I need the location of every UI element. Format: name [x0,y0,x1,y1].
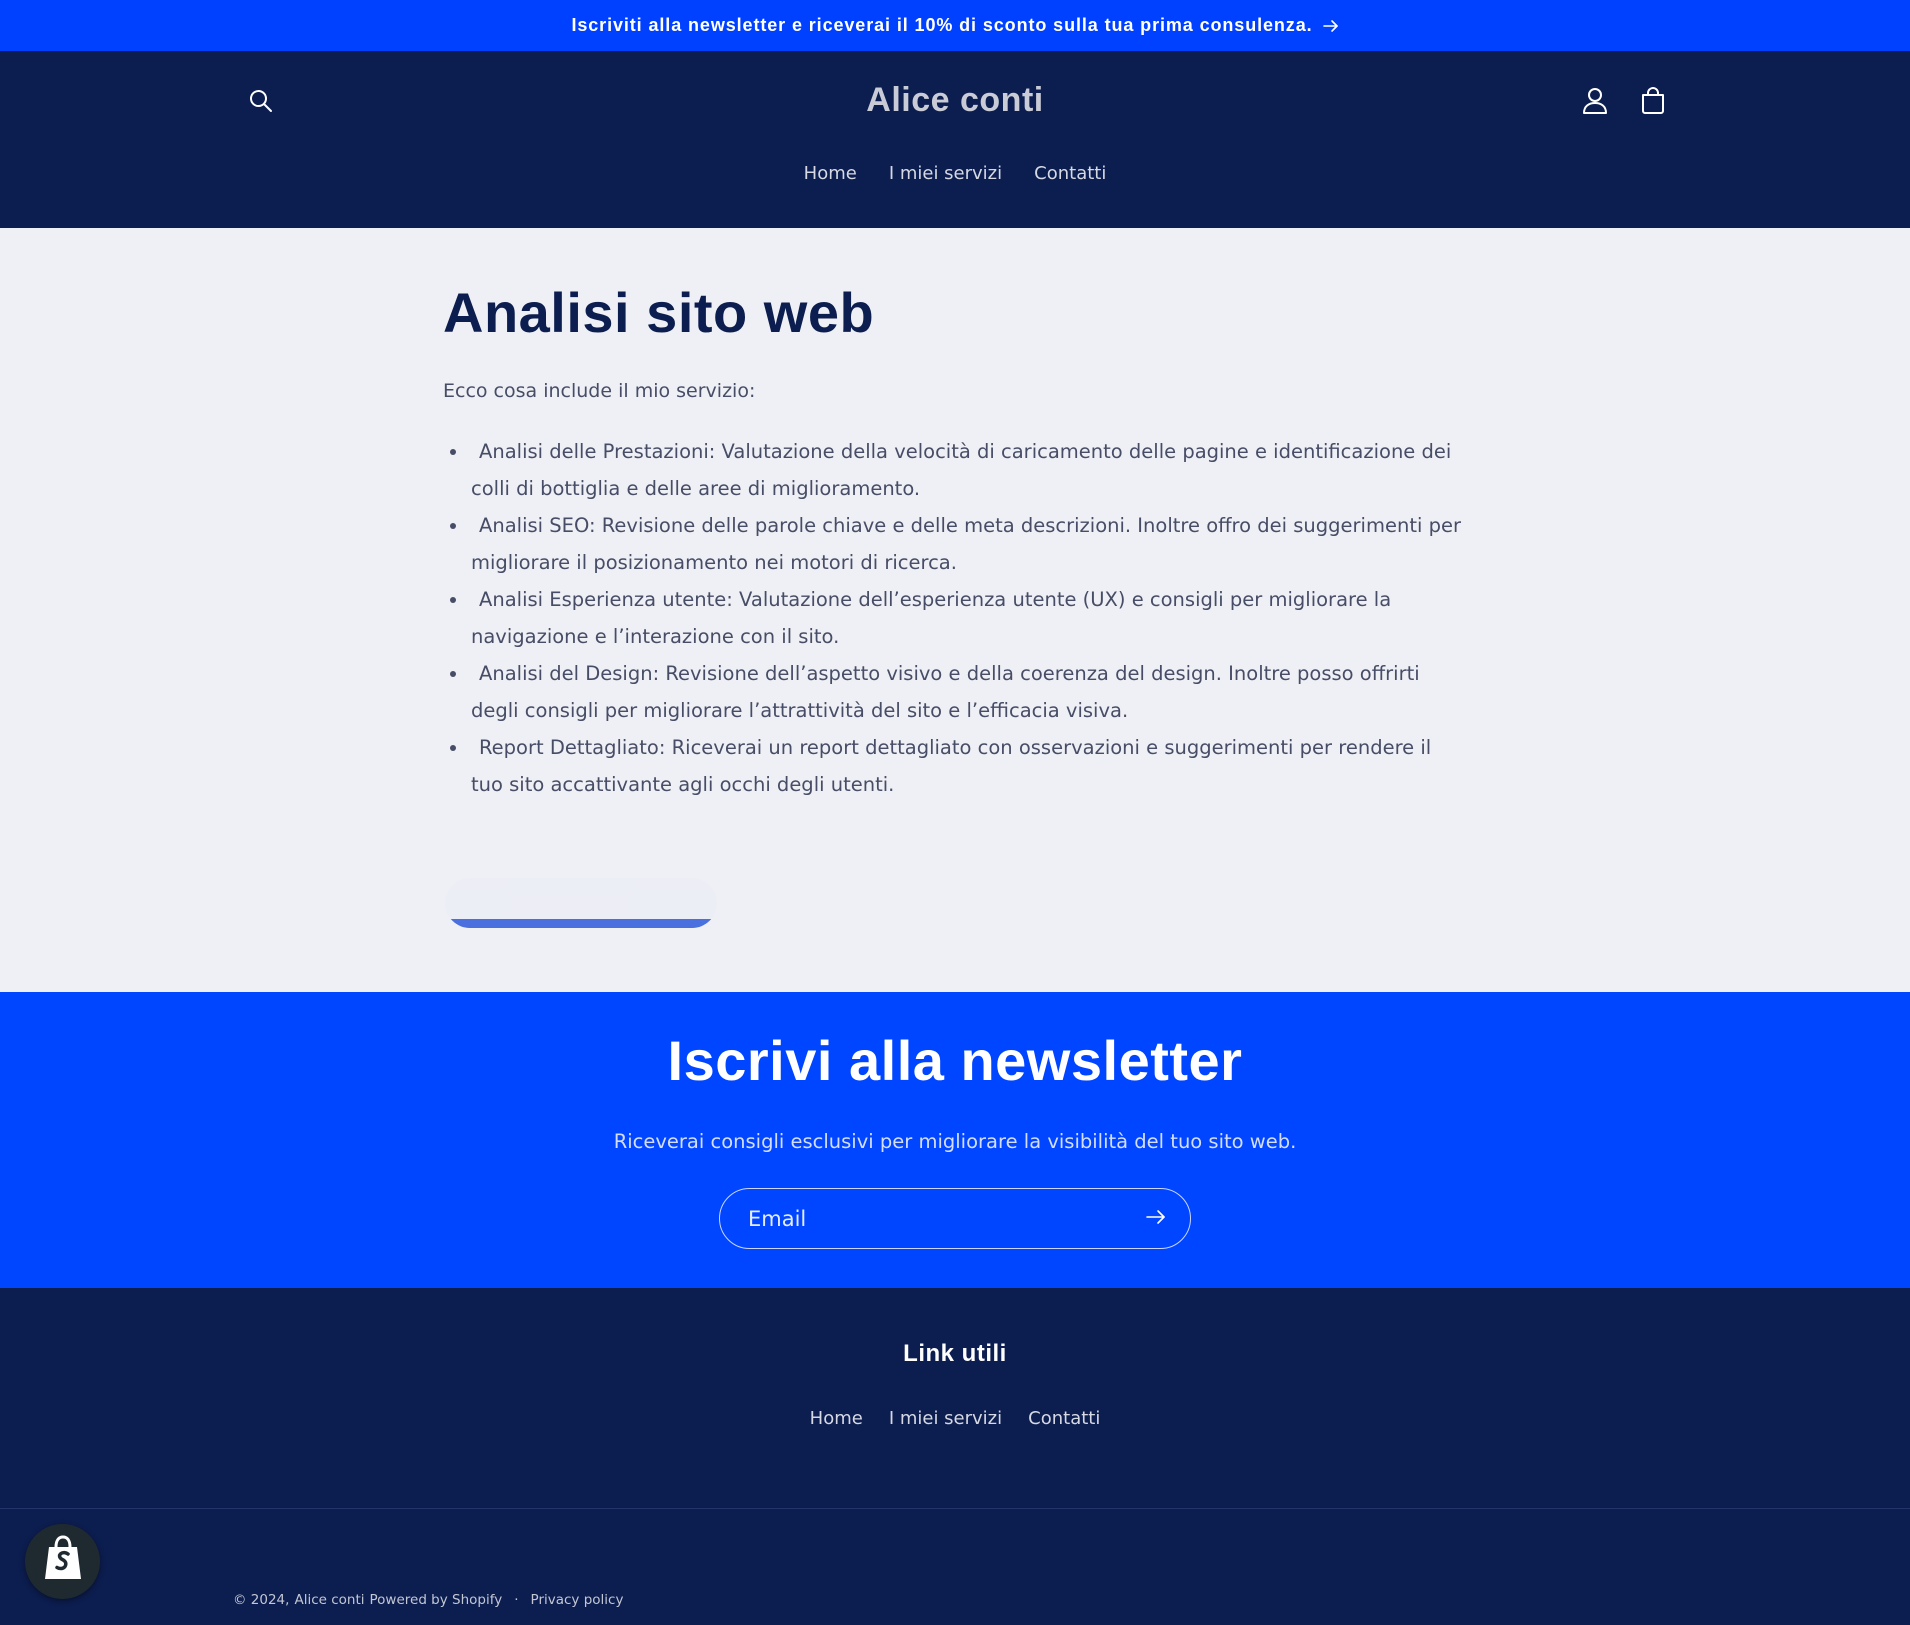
footer-divider [0,1508,1910,1509]
newsletter-subtitle: Riceverai consigli esclusivi per miglior… [613,1130,1297,1153]
announcement-bar[interactable]: Iscriviti alla newsletter e riceverai il… [0,0,1910,51]
nav-item-home[interactable]: Home [804,163,857,184]
list-item: Report Dettagliato: Riceverai un report … [469,729,1463,803]
cart-icon [1640,86,1666,120]
nav-item-contatti[interactable]: Contatti [1034,163,1106,184]
feature-list: Analisi delle Prestazioni: Valutazione d… [443,433,1463,803]
arrow-right-icon [1322,19,1339,33]
separator-dot: · [514,1592,519,1608]
footer-nav: Home I miei servizi Contatti [0,1408,1910,1429]
powered-by-link[interactable]: Powered by Shopify [370,1592,503,1608]
footer-link-contatti[interactable]: Contatti [1028,1408,1100,1429]
main-content: Analisi sito web Ecco cosa include il mi… [0,228,1910,992]
intro-text: Ecco cosa include il mio servizio: [443,380,756,402]
store-name-link[interactable]: Alice conti [294,1592,364,1608]
email-form [719,1188,1191,1249]
arrow-right-icon [1146,1209,1166,1230]
feature-text: Report Dettagliato: Riceverai un report … [471,736,1432,796]
shopify-badge[interactable] [25,1524,100,1599]
newsletter-section: Iscrivi alla newsletter Riceverai consig… [0,992,1910,1288]
newsletter-title: Iscrivi alla newsletter [667,1029,1243,1092]
site-footer: Link utili Home I miei servizi Contatti … [0,1288,1910,1625]
footer-heading: Link utili [903,1340,1007,1367]
list-item: Analisi del Design: Revisione dell’aspet… [469,655,1463,729]
list-item: Analisi SEO: Revisione delle parole chia… [469,507,1463,581]
feature-text: Analisi delle Prestazioni: Valutazione d… [471,440,1452,500]
list-item: Analisi delle Prestazioni: Valutazione d… [469,433,1463,507]
copyright-prefix: © 2024, [233,1592,290,1608]
feature-text: Analisi Esperienza utente: Valutazione d… [471,588,1392,648]
page-title: Analisi sito web [443,281,875,344]
feature-text: Analisi del Design: Revisione dell’aspet… [471,662,1420,722]
feature-text: Analisi SEO: Revisione delle parole chia… [471,514,1461,574]
logo-link[interactable]: Alice conti [866,81,1043,119]
account-icon [1582,87,1608,120]
footer-link-home[interactable]: Home [810,1408,863,1429]
account-button[interactable] [1580,87,1610,120]
nav-item-servizi[interactable]: I miei servizi [889,163,1002,184]
cart-button[interactable] [1638,86,1668,120]
cta-button[interactable] [445,878,717,928]
email-field[interactable] [746,1189,1106,1248]
privacy-policy-link[interactable]: Privacy policy [531,1592,624,1608]
site-header: Alice conti Home I miei servizi Contatti [0,51,1910,228]
copyright: © 2024, Alice conti Powered by Shopify ·… [233,1592,623,1608]
announcement-text[interactable]: Iscriviti alla newsletter e riceverai il… [571,15,1312,36]
site-logo: Alice conti [0,81,1910,120]
shopify-bag-icon [41,1535,85,1588]
email-submit-button[interactable] [1140,1203,1172,1235]
footer-link-servizi[interactable]: I miei servizi [889,1408,1002,1429]
main-nav: Home I miei servizi Contatti [0,163,1910,184]
list-item: Analisi Esperienza utente: Valutazione d… [469,581,1463,655]
